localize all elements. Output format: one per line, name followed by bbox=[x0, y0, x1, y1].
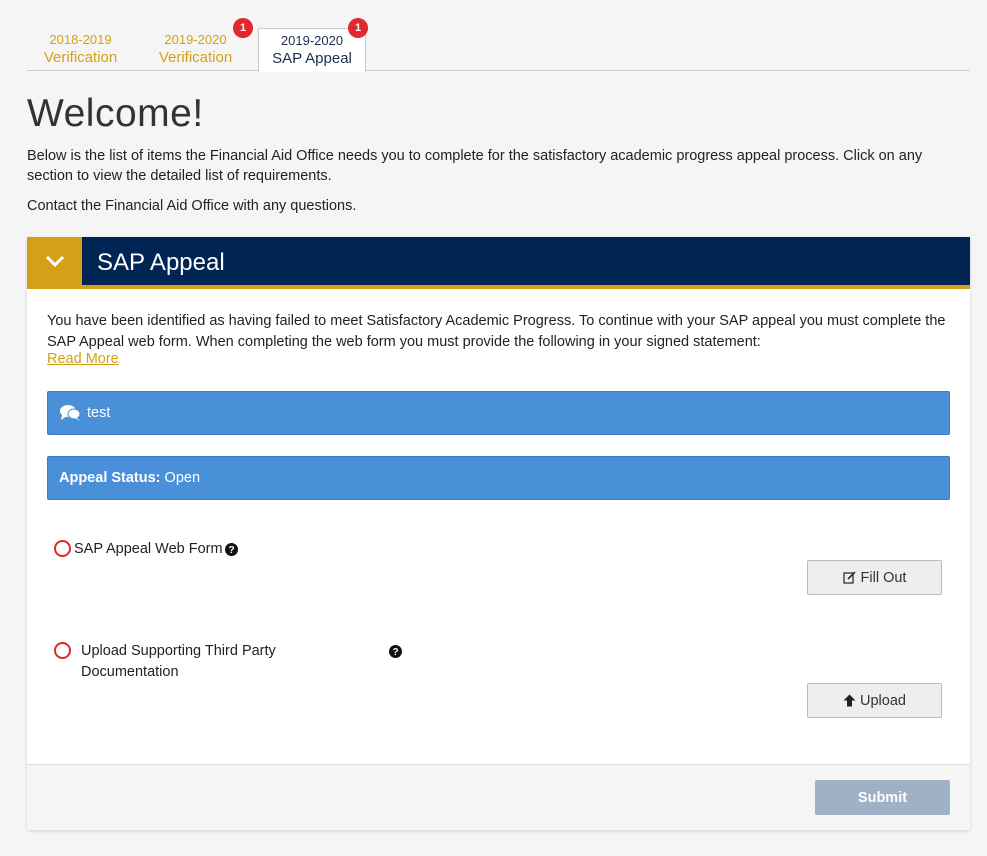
contact-text: Contact the Financial Aid Office with an… bbox=[27, 198, 357, 214]
edit-icon bbox=[842, 571, 856, 584]
arrow-up-icon bbox=[843, 694, 856, 707]
panel-description: You have been identified as having faile… bbox=[47, 313, 946, 350]
read-more-link[interactable]: Read More bbox=[47, 351, 119, 367]
intro-text: Below is the list of items the Financial… bbox=[27, 148, 923, 184]
tab-label: Verification bbox=[158, 49, 233, 66]
submit-button[interactable]: Submit bbox=[815, 780, 950, 815]
status-value: Open bbox=[164, 470, 201, 486]
requirement-label: Upload Supporting Third Party Documentat… bbox=[81, 641, 276, 683]
tab-bar: 2018-2019 Verification 2019-2020 Verific… bbox=[27, 18, 970, 72]
panel-title: SAP Appeal bbox=[97, 249, 225, 276]
panel-footer: Submit bbox=[27, 764, 970, 830]
fill-out-button[interactable]: Fill Out bbox=[807, 560, 942, 595]
comment-text: test bbox=[87, 405, 111, 421]
tab-year: 2019-2020 bbox=[280, 33, 344, 48]
status-label: Appeal Status: bbox=[59, 470, 161, 486]
button-label: Fill Out bbox=[860, 569, 907, 586]
tab-2019-2020-verification[interactable]: 2019-2020 Verification bbox=[142, 28, 249, 71]
question-circle-icon[interactable]: ? bbox=[389, 645, 402, 658]
svg-text:?: ? bbox=[228, 545, 234, 556]
question-circle-icon[interactable]: ? bbox=[225, 543, 238, 556]
upload-button[interactable]: Upload bbox=[807, 683, 942, 718]
comment-bar: test bbox=[47, 391, 950, 435]
appeal-status-bar: Appeal Status: Open bbox=[47, 456, 950, 500]
notification-badge: 1 bbox=[233, 18, 253, 38]
svg-text:?: ? bbox=[392, 647, 398, 658]
label-line: Upload Supporting Third Party bbox=[81, 643, 276, 659]
chevron-down-icon bbox=[45, 255, 64, 268]
page-title: Welcome! bbox=[27, 92, 204, 135]
incomplete-status-icon bbox=[54, 540, 71, 557]
requirement-label: SAP Appeal Web Form bbox=[74, 541, 223, 557]
notification-badge: 1 bbox=[348, 18, 368, 38]
label-line: Documentation bbox=[81, 664, 179, 680]
sap-appeal-panel: SAP Appeal You have been identified as h… bbox=[27, 237, 970, 830]
tab-year: 2018-2019 bbox=[49, 32, 112, 47]
button-label: Upload bbox=[860, 692, 906, 709]
tab-year: 2019-2020 bbox=[164, 32, 227, 47]
tab-label: SAP Appeal bbox=[272, 50, 352, 67]
tab-2018-2019-verification[interactable]: 2018-2019 Verification bbox=[27, 28, 134, 71]
incomplete-status-icon bbox=[54, 642, 71, 659]
comments-icon bbox=[60, 405, 81, 421]
panel-header[interactable]: SAP Appeal bbox=[27, 237, 970, 289]
collapse-toggle[interactable] bbox=[27, 237, 82, 285]
tab-label: Verification bbox=[43, 49, 118, 66]
